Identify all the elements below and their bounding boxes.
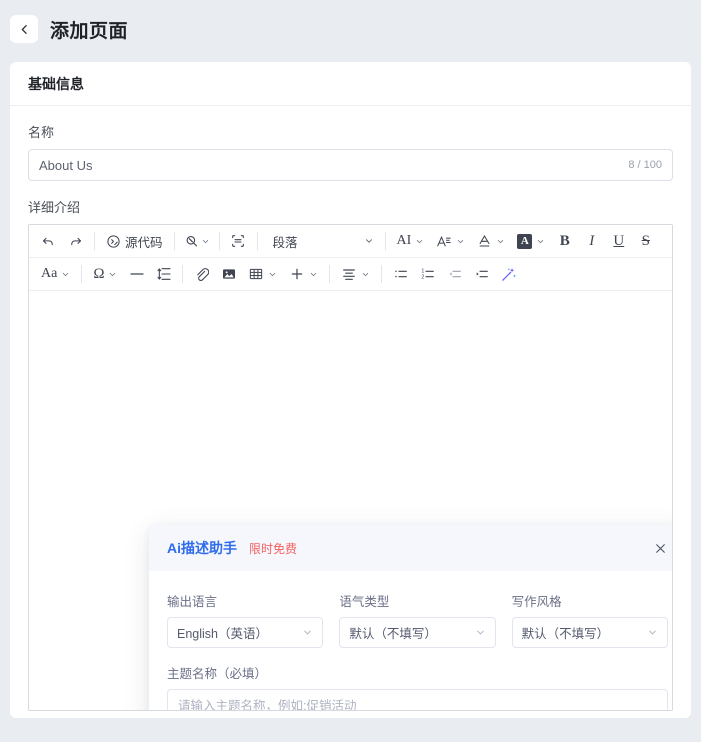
font-size-icon[interactable] xyxy=(431,229,470,254)
toolbar-divider xyxy=(381,265,383,283)
bold-icon[interactable]: B xyxy=(552,229,577,254)
writing-style-value: 默认（不填写） xyxy=(521,627,610,641)
insert-plus-icon[interactable] xyxy=(284,262,323,287)
name-input[interactable] xyxy=(39,157,621,173)
toolbar-divider xyxy=(81,265,83,283)
topic-name-input[interactable] xyxy=(167,689,668,710)
text-color-icon[interactable] xyxy=(472,229,510,254)
writing-style-field: 写作风格 默认（不填写） xyxy=(511,591,668,648)
letter-case-icon[interactable]: Aa xyxy=(36,262,75,287)
toolbar-divider xyxy=(384,232,386,250)
special-character-glyph: Ω xyxy=(93,265,105,282)
underline-glyph: U xyxy=(613,232,625,249)
outdent-icon[interactable] xyxy=(442,262,467,287)
bold-glyph: B xyxy=(559,232,570,249)
toolbar-divider xyxy=(173,232,175,250)
source-code-label: 源代码 xyxy=(125,235,163,250)
table-icon[interactable] xyxy=(243,262,282,287)
card-section-title: 基础信息 xyxy=(10,62,691,106)
ai-dialog-header: Ai描述助手 限时免费 xyxy=(149,525,672,571)
font-family-glyph: AI xyxy=(396,233,412,248)
ai-select-row: 输出语言 English（英语） 语气类型 默认（不填写） 写作风格 默认（不填… xyxy=(167,591,668,648)
link-icon[interactable] xyxy=(189,262,214,287)
toolbar-divider xyxy=(94,232,95,250)
search-replace-icon[interactable] xyxy=(181,229,213,254)
page-title: 添加页面 xyxy=(50,20,129,42)
limited-free-badge: 限时免费 xyxy=(249,541,298,556)
numbered-list-icon[interactable]: 1 2 xyxy=(415,262,440,287)
chevron-left-icon xyxy=(18,23,31,36)
chevron-down-icon xyxy=(476,630,484,635)
name-input-wrapper[interactable]: 8 / 100 xyxy=(28,149,673,181)
underline-icon[interactable]: U xyxy=(606,229,631,254)
indent-icon[interactable] xyxy=(469,262,494,287)
strikethrough-icon[interactable]: S xyxy=(633,229,658,254)
redo-icon[interactable] xyxy=(63,229,88,254)
rich-text-editor: 源代码 段落 AI A B I U S Aa Ω 1 2 Ai描述助手 限时免费… xyxy=(28,224,673,711)
letter-case-glyph: Aa xyxy=(41,266,58,281)
ai-description-assistant-dialog: Ai描述助手 限时免费 输出语言 English（英语） 语气类型 默认（不填写… xyxy=(149,525,672,710)
undo-icon[interactable] xyxy=(36,229,61,254)
italic-glyph: I xyxy=(589,232,595,249)
chevron-down-icon xyxy=(649,630,656,635)
topic-name-label: 主题名称（必填） xyxy=(167,667,268,681)
chevron-down-icon xyxy=(304,630,312,635)
paragraph-format-value: 段落 xyxy=(272,235,298,250)
svg-text:2: 2 xyxy=(421,275,424,281)
bullet-list-icon[interactable] xyxy=(388,262,413,287)
editor-toolbar-row-2: Aa Ω 1 2 xyxy=(29,258,672,291)
back-button[interactable] xyxy=(10,15,38,43)
close-icon[interactable] xyxy=(650,538,670,558)
output-language-label: 输出语言 xyxy=(167,595,218,609)
align-icon[interactable] xyxy=(336,262,375,287)
special-character-icon[interactable]: Ω xyxy=(88,262,122,287)
source-code-icon[interactable]: 源代码 xyxy=(101,229,168,254)
toolbar-divider xyxy=(256,232,258,250)
image-icon[interactable] xyxy=(216,262,241,287)
ai-magic-wand-icon[interactable] xyxy=(496,262,521,287)
top-bar: 添加页面 xyxy=(0,0,701,58)
description-field-label: 详细介绍 xyxy=(28,200,81,215)
line-height-icon[interactable] xyxy=(151,262,176,287)
name-field-label: 名称 xyxy=(28,125,55,140)
ai-dialog-body: 输出语言 English（英语） 语气类型 默认（不填写） 写作风格 默认（不填… xyxy=(149,571,672,710)
tone-type-select[interactable]: 默认（不填写） xyxy=(339,617,496,648)
background-color-glyph: A xyxy=(517,233,533,249)
horizontal-rule-icon[interactable] xyxy=(124,262,149,287)
tone-type-label: 语气类型 xyxy=(339,595,390,609)
tone-type-value: 默认（不填写） xyxy=(349,627,437,641)
font-family-icon[interactable]: AI xyxy=(392,229,430,254)
output-language-select[interactable]: English（英语） xyxy=(167,617,324,648)
output-language-value: English（英语） xyxy=(177,627,268,641)
ai-dialog-title: Ai描述助手 xyxy=(167,540,237,556)
background-color-icon[interactable]: A xyxy=(512,229,550,254)
select-all-icon[interactable] xyxy=(226,229,251,254)
toolbar-divider xyxy=(182,265,184,283)
toolbar-divider xyxy=(329,265,331,283)
svg-text:1: 1 xyxy=(421,269,424,275)
chevron-down-icon xyxy=(365,239,372,243)
strikethrough-glyph: S xyxy=(641,232,650,249)
topic-name-field: 主题名称（必填） xyxy=(167,663,668,710)
italic-icon[interactable]: I xyxy=(579,229,604,254)
editor-toolbar-row-1: 源代码 段落 AI A B I U S xyxy=(29,225,672,258)
writing-style-label: 写作风格 xyxy=(511,595,562,609)
toolbar-divider xyxy=(218,232,220,250)
writing-style-select[interactable]: 默认（不填写） xyxy=(511,617,668,648)
tone-type-field: 语气类型 默认（不填写） xyxy=(339,591,496,648)
paragraph-format-select[interactable]: 段落 xyxy=(265,229,380,254)
output-language-field: 输出语言 English（英语） xyxy=(167,591,324,648)
basic-info-card: 基础信息 名称 8 / 100 详细介绍 xyxy=(10,62,691,718)
card-body: 名称 8 / 100 详细介绍 xyxy=(10,106,691,711)
name-char-counter: 8 / 100 xyxy=(628,159,662,171)
